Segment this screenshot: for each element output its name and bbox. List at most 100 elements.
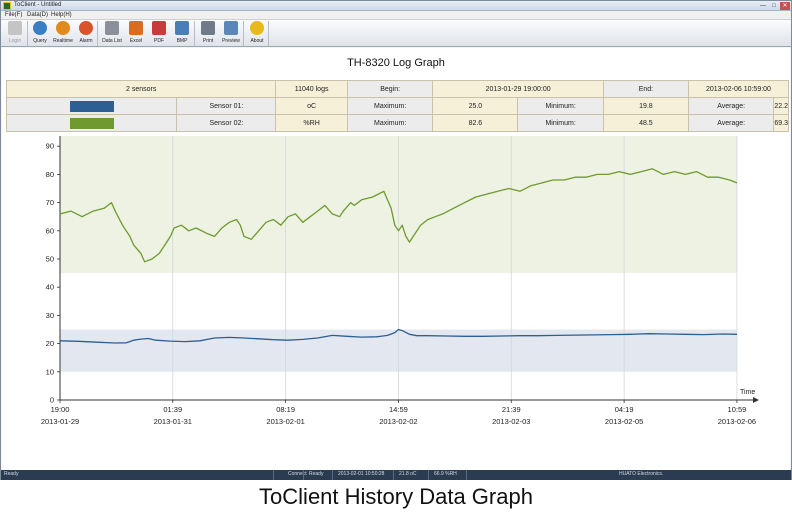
begin-label: Begin:: [346, 80, 434, 98]
y-tick-label: 90: [46, 142, 54, 151]
status-company: HUATO Electronics.: [619, 471, 664, 477]
login-icon: [8, 21, 22, 35]
sensor-color-cell: [5, 114, 178, 132]
y-tick-label: 20: [46, 339, 54, 348]
status-temperature: 21.8 oC: [399, 471, 417, 477]
clock-icon: [56, 21, 70, 35]
figure-caption: ToClient History Data Graph: [259, 484, 533, 509]
image-icon: [175, 21, 189, 35]
min-value: 19.8: [602, 97, 689, 115]
x-tick-date-label: 2013-02-03: [492, 417, 530, 426]
avg-value: 22.2: [773, 97, 789, 115]
toolbar: Login Query Realtime Alarm Data List Exc…: [1, 20, 791, 47]
max-value: 82.6: [432, 114, 519, 132]
sensor-row: Sensor 02: %RH Maximum: 82.6 Minimum: 48…: [5, 114, 789, 132]
begin-value: 2013-01-29 19:00:00: [432, 80, 604, 98]
about-button[interactable]: About: [245, 21, 269, 46]
x-tick-time-label: 10:59: [728, 405, 747, 414]
close-button[interactable]: ✕: [780, 2, 790, 10]
app-logo-icon: [3, 2, 11, 10]
y-tick-label: 0: [50, 396, 54, 405]
sensor-name: Sensor 01:: [176, 97, 277, 115]
end-value: 2013-02-06 10:59:00: [687, 80, 790, 98]
max-label: Maximum:: [346, 97, 434, 115]
sensor-color-swatch: [69, 100, 114, 112]
min-value: 48.5: [602, 114, 689, 132]
graph-panel: TH-8320 Log Graph 2 sensors 11040 logs B…: [2, 48, 790, 470]
status-separator: [393, 470, 394, 480]
x-tick-time-label: 08:19: [276, 405, 295, 414]
status-bar: Ready Connect Ready 2013-02-01 10:50:28 …: [1, 470, 791, 480]
status-datetime: 2013-02-01 10:50:28: [338, 471, 385, 477]
end-label: End:: [602, 80, 689, 98]
summary-row: 2 sensors 11040 logs Begin: 2013-01-29 1…: [5, 80, 790, 98]
avg-value: 69.3: [773, 114, 789, 132]
sensor-count: 2 sensors: [5, 80, 277, 98]
x-tick-time-label: 01:39: [163, 405, 182, 414]
query-button[interactable]: Query: [28, 21, 52, 46]
status-separator: [303, 470, 304, 480]
y-tick-label: 70: [46, 198, 54, 207]
realtime-button[interactable]: Realtime: [51, 21, 75, 46]
x-tick-date-label: 2013-02-02: [379, 417, 417, 426]
window-title: ToClient - Untitled: [14, 2, 62, 8]
status-separator: [332, 470, 333, 480]
database-icon: [105, 21, 119, 35]
x-axis-arrow-icon: [753, 397, 759, 403]
line-chart[interactable]: 010203040506070809010019:002013-01-2901:…: [2, 136, 790, 470]
x-tick-time-label: 19:00: [51, 405, 70, 414]
preview-button[interactable]: Preview: [219, 21, 243, 46]
minimize-button[interactable]: —: [758, 2, 768, 10]
x-tick-date-label: 2013-02-01: [266, 417, 304, 426]
printer-icon: [201, 21, 215, 35]
maximize-button[interactable]: □: [769, 2, 779, 10]
x-tick-date-label: 2013-01-31: [154, 417, 192, 426]
pdf-button[interactable]: PDF: [147, 21, 171, 46]
title-bar: ToClient - Untitled — □ ✕: [1, 1, 791, 11]
max-value: 25.0: [432, 97, 519, 115]
pdf-icon: [152, 21, 166, 35]
x-tick-date-label: 2013-02-06: [718, 417, 756, 426]
help-icon: [250, 21, 264, 35]
graph-title: TH-8320 Log Graph: [347, 57, 445, 69]
app-window: ToClient - Untitled — □ ✕ File(F) Data(D…: [0, 0, 792, 480]
y-tick-label: 60: [46, 226, 54, 235]
menu-file[interactable]: File(F): [5, 12, 22, 18]
excel-icon: [129, 21, 143, 35]
sensor-name: Sensor 02:: [176, 114, 277, 132]
min-label: Minimum:: [517, 114, 604, 132]
alarm-button[interactable]: Alarm: [74, 21, 98, 46]
summary-table: 2 sensors 11040 logs Begin: 2013-01-29 1…: [5, 80, 790, 132]
sensor-unit: oC: [275, 97, 348, 115]
log-count: 11040 logs: [275, 80, 348, 98]
x-tick-time-label: 21:39: [502, 405, 521, 414]
menu-bar: File(F) Data(D) Help(H): [1, 11, 791, 20]
y-tick-label: 40: [46, 283, 54, 292]
alarm-icon: [79, 21, 93, 35]
status-ready: Ready: [4, 471, 19, 477]
preview-icon: [224, 21, 238, 35]
sensor-unit: %RH: [275, 114, 348, 132]
x-axis-label: Time: [740, 389, 755, 396]
sensor-color-swatch: [69, 117, 114, 129]
bmp-button[interactable]: BMP: [170, 21, 194, 46]
y-tick-label: 50: [46, 255, 54, 264]
x-tick-time-label: 14:59: [389, 405, 408, 414]
status-separator: [466, 470, 467, 480]
sensor-color-cell: [5, 97, 178, 115]
max-label: Maximum:: [346, 114, 434, 132]
avg-label: Average:: [687, 97, 775, 115]
min-label: Minimum:: [517, 97, 604, 115]
excel-button[interactable]: Excel: [124, 21, 148, 46]
print-button[interactable]: Print: [196, 21, 220, 46]
x-tick-time-label: 04:19: [615, 405, 634, 414]
menu-data[interactable]: Data(D): [27, 12, 48, 18]
y-tick-label: 80: [46, 170, 54, 179]
sensor-row: Sensor 01: oC Maximum: 25.0 Minimum: 19.…: [5, 97, 789, 115]
menu-help[interactable]: Help(H): [51, 12, 72, 18]
login-button[interactable]: Login: [3, 21, 27, 46]
x-tick-date-label: 2013-02-05: [605, 417, 643, 426]
data-list-button[interactable]: Data List: [100, 21, 124, 46]
status-separator: [428, 470, 429, 480]
y-tick-label: 10: [46, 367, 54, 376]
